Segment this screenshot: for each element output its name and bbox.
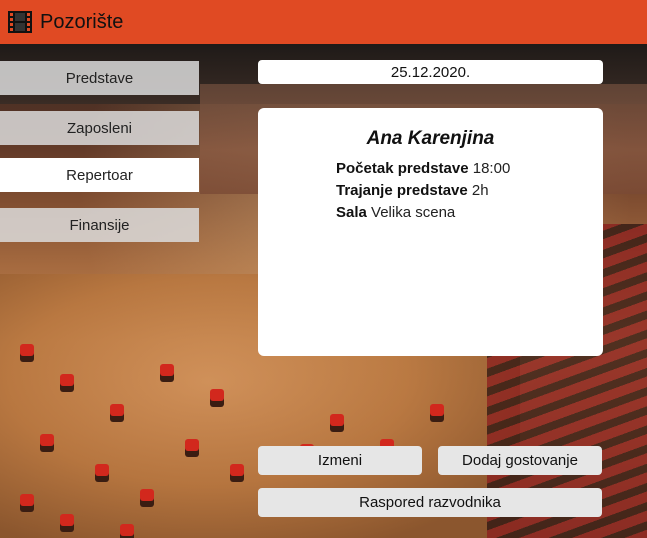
- chair: [210, 389, 224, 401]
- chair: [330, 414, 344, 426]
- sidebar-item-finansije[interactable]: Finansije: [0, 208, 199, 242]
- film-strip-icon: [7, 9, 33, 35]
- app-header: Pozorište: [0, 0, 647, 44]
- sidebar-item-repertoar[interactable]: Repertoar: [0, 158, 199, 192]
- duration-row: Trajanje predstave 2h: [336, 182, 489, 199]
- edit-button[interactable]: Izmeni: [258, 446, 422, 475]
- chair: [230, 464, 244, 476]
- sidebar-item-zaposleni[interactable]: Zaposleni: [0, 111, 199, 145]
- hall-label: Sala: [336, 204, 367, 221]
- start-time-label: Početak predstave: [336, 160, 469, 177]
- chair: [140, 489, 154, 501]
- hall-value: Velika scena: [371, 204, 456, 221]
- chair: [110, 404, 124, 416]
- duration-label: Trajanje predstave: [336, 182, 468, 199]
- chair: [160, 364, 174, 376]
- start-time-value: 18:00: [472, 160, 511, 177]
- duration-value: 2h: [471, 182, 489, 199]
- sidebar-item-predstave[interactable]: Predstave: [0, 61, 199, 95]
- chair: [20, 494, 34, 506]
- date-display[interactable]: 25.12.2020.: [258, 60, 603, 84]
- app-title: Pozorište: [40, 10, 124, 33]
- chair: [60, 374, 74, 386]
- chair: [430, 404, 444, 416]
- hall-row: Sala Velika scena: [336, 204, 455, 221]
- chair: [185, 439, 199, 451]
- usher-schedule-button[interactable]: Raspored razvodnika: [258, 488, 602, 517]
- chair: [60, 514, 74, 526]
- show-card: Ana Karenjina Početak predstave 18:00 Tr…: [258, 108, 603, 356]
- start-time-row: Početak predstave 18:00: [336, 160, 510, 177]
- chair: [20, 344, 34, 356]
- chair: [40, 434, 54, 446]
- chair: [95, 464, 109, 476]
- add-guest-performance-button[interactable]: Dodaj gostovanje: [438, 446, 602, 475]
- show-title: Ana Karenjina: [366, 128, 495, 149]
- chair: [120, 524, 134, 536]
